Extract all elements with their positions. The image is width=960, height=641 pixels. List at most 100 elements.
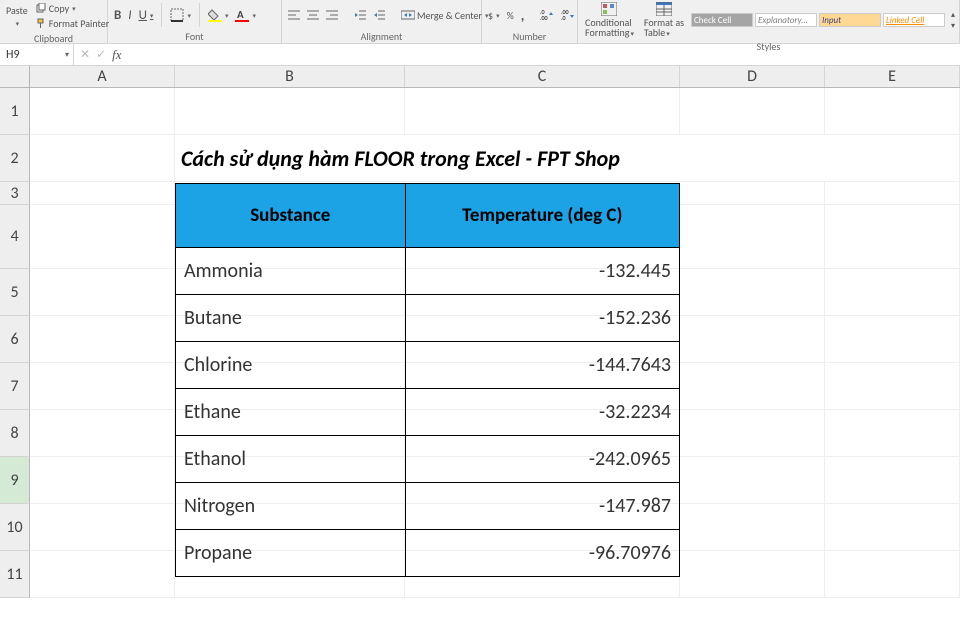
td-substance[interactable]: Chlorine bbox=[176, 342, 406, 389]
group-font: B I U▾ ▾ ▾ A ▾ Font bbox=[108, 0, 282, 43]
paste-button[interactable]: Paste▾ bbox=[4, 1, 30, 31]
td-substance[interactable]: Butane bbox=[176, 295, 406, 342]
cell[interactable] bbox=[825, 504, 960, 551]
style-input[interactable]: Input bbox=[819, 13, 881, 27]
decrease-indent-button[interactable] bbox=[352, 8, 368, 22]
cell[interactable] bbox=[680, 269, 825, 316]
cell[interactable] bbox=[825, 551, 960, 598]
underline-button[interactable]: U▾ bbox=[137, 7, 156, 24]
percent-button[interactable]: % bbox=[505, 8, 516, 23]
cell[interactable] bbox=[30, 182, 175, 205]
cell[interactable] bbox=[680, 551, 825, 598]
cell[interactable] bbox=[30, 457, 175, 504]
title-cell[interactable]: Cách sử dụng hàm FLOOR trong Excel - FPT… bbox=[175, 135, 960, 182]
cell[interactable] bbox=[825, 316, 960, 363]
td-temp[interactable]: -96.70976 bbox=[405, 530, 679, 577]
cell[interactable] bbox=[680, 205, 825, 269]
td-temp[interactable]: -132.445 bbox=[405, 248, 679, 295]
align-left-button[interactable] bbox=[286, 8, 302, 22]
align-right-button[interactable] bbox=[324, 8, 340, 22]
formula-input[interactable] bbox=[128, 44, 960, 66]
row-header[interactable]: 1 bbox=[0, 88, 30, 135]
col-header-a[interactable]: A bbox=[30, 66, 175, 87]
cell[interactable] bbox=[680, 457, 825, 504]
td-substance[interactable]: Nitrogen bbox=[176, 483, 406, 530]
td-temp[interactable]: -242.0965 bbox=[405, 436, 679, 483]
cell[interactable] bbox=[30, 316, 175, 363]
row-header[interactable]: 10 bbox=[0, 504, 30, 551]
cell[interactable] bbox=[825, 182, 960, 205]
row-header[interactable]: 3 bbox=[0, 182, 30, 205]
row-header[interactable]: 7 bbox=[0, 363, 30, 410]
copy-icon bbox=[35, 3, 47, 15]
cell[interactable] bbox=[30, 363, 175, 410]
format-painter-button[interactable]: Format Painter bbox=[33, 16, 111, 31]
cell[interactable] bbox=[680, 182, 825, 205]
decrease-decimal-button[interactable]: .00.0 bbox=[559, 8, 577, 22]
border-button[interactable]: ▾ bbox=[168, 7, 193, 23]
row-header[interactable]: 2 bbox=[0, 135, 30, 182]
cell[interactable] bbox=[30, 88, 175, 135]
td-substance[interactable]: Ammonia bbox=[176, 248, 406, 295]
comma-button[interactable]: , bbox=[519, 6, 527, 25]
style-explanatory[interactable]: Explanatory... bbox=[755, 13, 817, 27]
cell[interactable] bbox=[175, 88, 405, 135]
col-header-d[interactable]: D bbox=[680, 66, 825, 87]
conditional-formatting-button[interactable]: ConditionalFormatting▾ bbox=[582, 1, 637, 39]
td-temp[interactable]: -32.2234 bbox=[405, 389, 679, 436]
align-center-button[interactable] bbox=[305, 8, 321, 22]
col-header-c[interactable]: C bbox=[405, 66, 680, 87]
th-temperature[interactable]: Temperature (deg C) bbox=[405, 184, 679, 248]
cell[interactable] bbox=[30, 269, 175, 316]
td-substance[interactable]: Ethanol bbox=[176, 436, 406, 483]
cell[interactable] bbox=[825, 457, 960, 504]
style-check-cell[interactable]: Check Cell bbox=[691, 13, 753, 27]
increase-indent-button[interactable] bbox=[371, 8, 387, 22]
cell[interactable] bbox=[30, 410, 175, 457]
cell[interactable] bbox=[30, 504, 175, 551]
td-temp[interactable]: -147.987 bbox=[405, 483, 679, 530]
currency-button[interactable]: $▾ bbox=[486, 8, 502, 23]
cell[interactable] bbox=[825, 269, 960, 316]
styles-scroll[interactable]: ▴▾ bbox=[951, 10, 955, 31]
formula-bar: H9▾ ✕ ✓ fx bbox=[0, 44, 960, 66]
td-temp[interactable]: -144.7643 bbox=[405, 342, 679, 389]
copy-button[interactable]: Copy▾ bbox=[33, 1, 111, 16]
style-linked-cell[interactable]: Linked Cell bbox=[883, 13, 945, 27]
cell[interactable] bbox=[680, 316, 825, 363]
row-header[interactable]: 8 bbox=[0, 410, 30, 457]
font-color-button[interactable]: A ▾ bbox=[233, 7, 258, 23]
fx-icon[interactable]: fx bbox=[112, 47, 121, 63]
td-substance[interactable]: Propane bbox=[176, 530, 406, 577]
cell[interactable] bbox=[30, 135, 175, 182]
italic-button[interactable]: I bbox=[126, 7, 133, 24]
format-as-table-button[interactable]: Format asTable▾ bbox=[640, 1, 688, 39]
col-header-e[interactable]: E bbox=[825, 66, 960, 87]
row-header[interactable]: 11 bbox=[0, 551, 30, 598]
cell[interactable] bbox=[680, 504, 825, 551]
cell[interactable] bbox=[825, 410, 960, 457]
cell[interactable] bbox=[680, 88, 825, 135]
th-substance[interactable]: Substance bbox=[176, 184, 406, 248]
row-header[interactable]: 9 bbox=[0, 457, 30, 504]
td-temp[interactable]: -152.236 bbox=[405, 295, 679, 342]
cell[interactable] bbox=[825, 363, 960, 410]
merge-center-button[interactable]: Merge & Center▾ bbox=[399, 8, 491, 23]
row-header[interactable]: 6 bbox=[0, 316, 30, 363]
name-box[interactable]: H9▾ bbox=[0, 44, 74, 66]
cell[interactable] bbox=[680, 410, 825, 457]
row-header[interactable]: 4 bbox=[0, 205, 30, 269]
cell[interactable] bbox=[30, 205, 175, 269]
cell[interactable] bbox=[825, 205, 960, 269]
col-header-b[interactable]: B bbox=[175, 66, 405, 87]
select-all-corner[interactable] bbox=[0, 66, 30, 87]
row-header[interactable]: 5 bbox=[0, 269, 30, 316]
cell[interactable] bbox=[405, 88, 680, 135]
cell[interactable] bbox=[30, 551, 175, 598]
cell[interactable] bbox=[825, 88, 960, 135]
fill-color-button[interactable]: ▾ bbox=[206, 7, 231, 23]
increase-decimal-button[interactable]: .0.00 bbox=[538, 8, 556, 22]
bold-button[interactable]: B bbox=[112, 7, 123, 24]
cell[interactable] bbox=[680, 363, 825, 410]
td-substance[interactable]: Ethane bbox=[176, 389, 406, 436]
